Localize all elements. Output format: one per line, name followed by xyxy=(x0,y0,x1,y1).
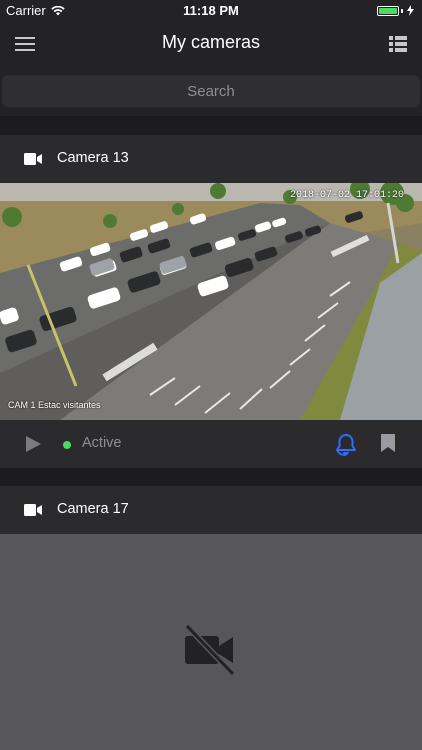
search-input[interactable] xyxy=(2,75,420,107)
video-off-icon xyxy=(184,623,236,677)
camera-feed-placeholder[interactable] xyxy=(0,534,422,750)
status-indicator xyxy=(63,441,71,449)
camera-card-header[interactable]: Camera 13 xyxy=(0,135,422,183)
bookmark-icon[interactable] xyxy=(381,434,395,452)
camera-name: Camera 13 xyxy=(57,150,129,166)
battery-icon xyxy=(377,5,414,16)
camera-status: Active xyxy=(82,435,122,451)
camera-card-footer: Active xyxy=(0,420,422,468)
clock: 11:18 PM xyxy=(183,3,239,18)
feed-timestamp: 2018-07-02 17:01:20 xyxy=(289,190,404,201)
status-bar: Carrier 11:18 PM xyxy=(0,0,422,22)
search-bar xyxy=(0,66,422,116)
navigation-bar: My cameras xyxy=(0,22,422,66)
charging-bolt-icon xyxy=(407,5,414,16)
camera-name: Camera 17 xyxy=(57,501,129,517)
list-view-icon[interactable] xyxy=(389,35,407,53)
camera-card[interactable]: Camera 13 2018-07-02 17:01:20 CAM 1 Esta… xyxy=(0,135,422,468)
video-camera-icon xyxy=(24,153,42,165)
camera-card-header[interactable]: Camera 17 xyxy=(0,486,422,534)
play-icon[interactable] xyxy=(25,436,41,452)
camera-card[interactable]: Camera 17 xyxy=(0,486,422,750)
parking-lot-feed xyxy=(0,183,422,420)
alert-bell-icon[interactable] xyxy=(334,433,358,457)
page-title: My cameras xyxy=(161,32,260,52)
camera-feed-image[interactable]: 2018-07-02 17:01:20 CAM 1 Estac visitant… xyxy=(0,183,422,420)
feed-caption: CAM 1 Estac visitantes xyxy=(8,400,101,410)
video-camera-icon xyxy=(24,504,42,516)
